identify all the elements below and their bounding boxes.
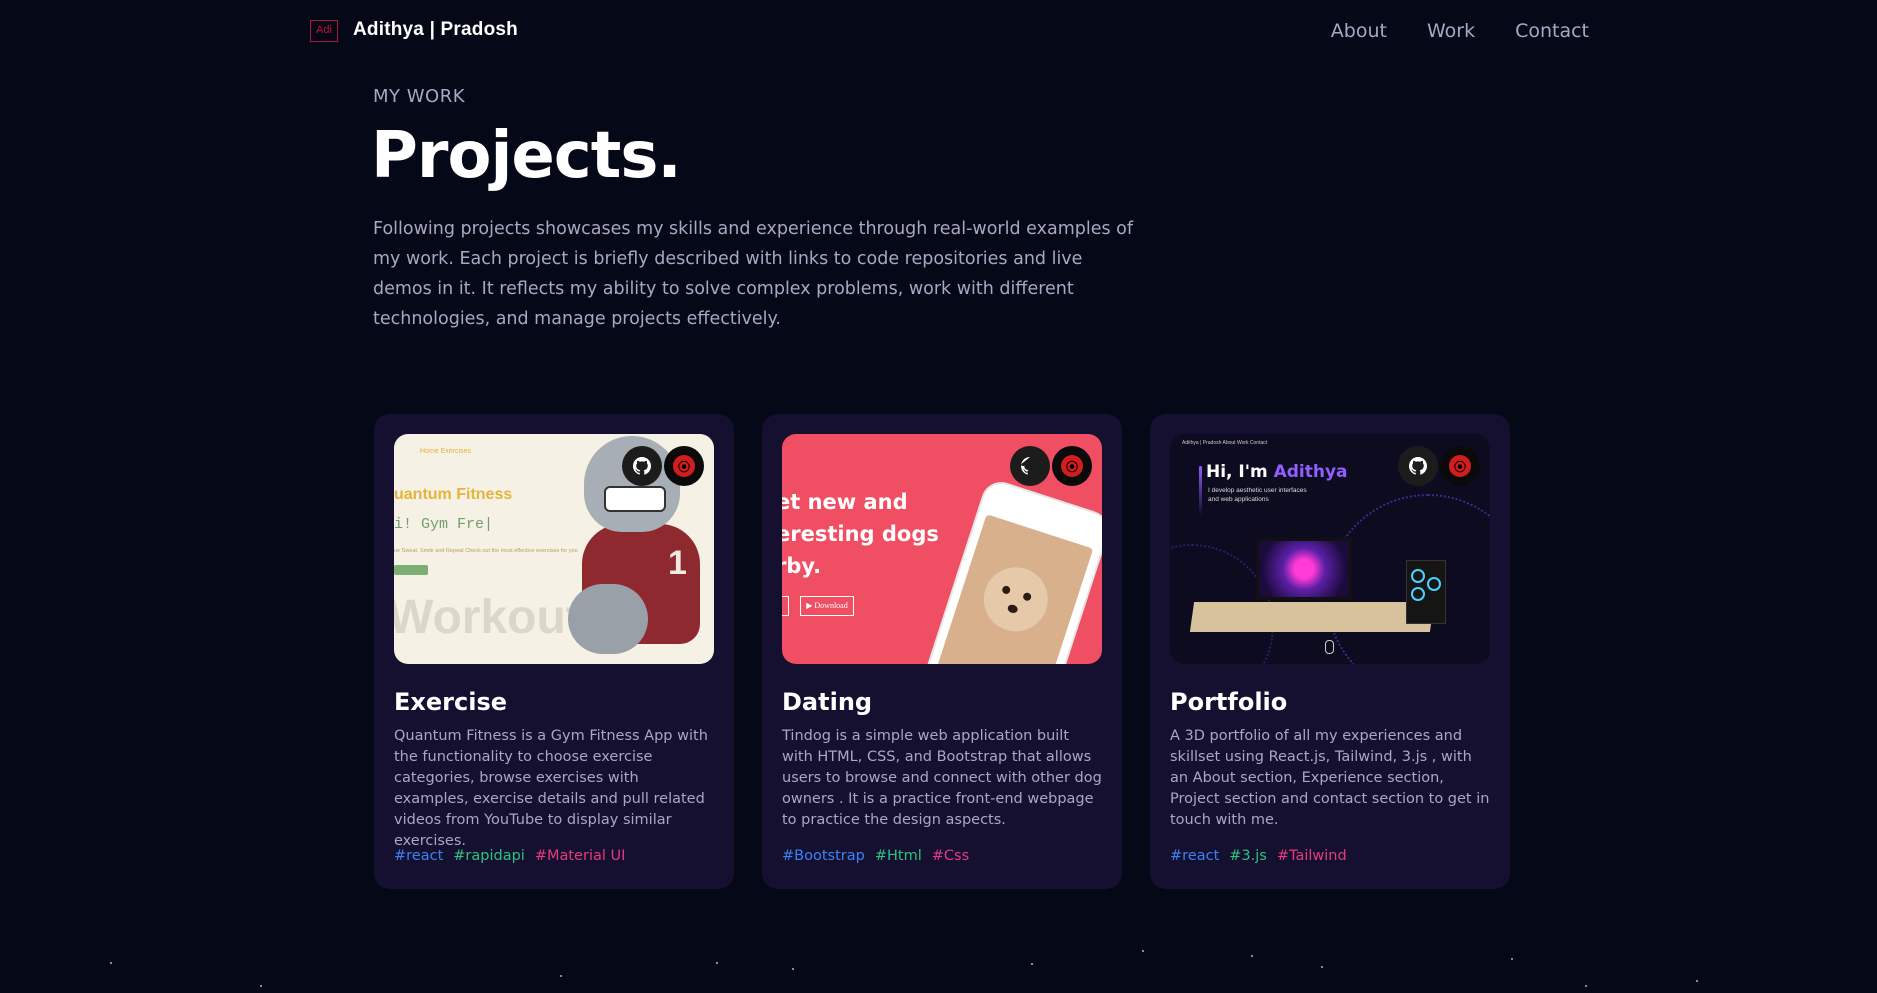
live-demo-button[interactable]: ⦿: [1052, 446, 1092, 486]
shark-arm: [568, 584, 648, 654]
live-demo-icon: ⦿: [1449, 455, 1471, 477]
preview-subtitle: I develop aesthetic user interfaces and …: [1208, 487, 1307, 503]
tag: #Material UI: [534, 848, 626, 864]
preview-nav: Home Exercises: [420, 448, 471, 455]
preview-button-left: [782, 596, 789, 616]
tag: #Html: [874, 848, 922, 864]
tag: #rapidapi: [453, 848, 525, 864]
shark-mouth: [604, 486, 666, 512]
preview-tagline: ue Sweat, Smile and Repeat Check out the…: [394, 548, 578, 554]
tag: #Css: [931, 848, 970, 864]
star: [560, 975, 562, 977]
live-demo-icon: ⦿: [1061, 455, 1083, 477]
star: [260, 985, 262, 987]
nav-link-work[interactable]: Work: [1427, 20, 1475, 42]
tag: #Bootstrap: [782, 848, 865, 864]
github-icon: [1409, 457, 1427, 475]
scroll-mouse-icon: [1325, 640, 1334, 654]
tag: #react: [1170, 848, 1220, 864]
preview-greeting: Hi, I'm Adithya: [1206, 462, 1348, 482]
brand-first-name: Adithya: [353, 19, 425, 40]
project-card-exercise: Home Exercises uantum Fitness i! Gym Fre…: [374, 414, 734, 889]
star: [1142, 950, 1144, 952]
dog-eye: [1001, 584, 1012, 595]
section-intro: Following projects showcases my skills a…: [373, 219, 1134, 329]
preview-button: [394, 565, 428, 575]
preview-line: eresting dogs: [782, 522, 939, 546]
desk-monitor: [1256, 538, 1352, 600]
preview-download-button: ▶ Download: [800, 596, 854, 616]
fan: [1427, 577, 1441, 591]
desk: [1189, 602, 1435, 632]
project-tags: #react #3.js #Tailwind: [1170, 848, 1347, 864]
preview-line: et new and: [782, 490, 908, 514]
fan: [1411, 587, 1425, 601]
project-name: Portfolio: [1170, 688, 1288, 716]
live-demo-button[interactable]: ⦿: [664, 446, 704, 486]
github-icon: [1021, 457, 1030, 475]
project-links: ⦿: [1398, 446, 1480, 486]
star: [1585, 985, 1587, 987]
preview-accent-line: [1199, 466, 1202, 516]
github-button[interactable]: [1398, 446, 1438, 486]
star: [1031, 963, 1033, 965]
shark-jersey-number: 1: [668, 544, 687, 582]
github-button[interactable]: [1010, 446, 1050, 486]
greeting-name: Adithya: [1273, 462, 1348, 482]
dog-eye: [1022, 591, 1033, 602]
star: [110, 962, 112, 964]
project-card-portfolio: Adithya | Pradosh About Work Contact Hi,…: [1150, 414, 1510, 889]
brand-name[interactable]: Adithya | Pradosh: [353, 19, 518, 41]
project-links: ⦿: [622, 446, 704, 486]
project-preview-exercise: Home Exercises uantum Fitness i! Gym Fre…: [394, 434, 714, 664]
preview-line: rby.: [782, 554, 822, 578]
preview-big-text: Workout: [394, 591, 582, 644]
dog-face: [975, 559, 1057, 640]
star: [792, 968, 794, 970]
star: [1696, 980, 1698, 982]
star: [1251, 955, 1253, 957]
project-card-dating: et new and eresting dogs rby. ▶ Download…: [762, 414, 1122, 889]
project-links: ⦿: [1010, 446, 1092, 486]
project-name: Dating: [782, 688, 873, 716]
nav-link-contact[interactable]: Contact: [1515, 20, 1589, 42]
star: [1511, 958, 1513, 960]
github-button[interactable]: [622, 446, 662, 486]
project-description: A 3D portfolio of all my experiences and…: [1170, 728, 1490, 828]
brand-last-name: | Pradosh: [429, 19, 518, 40]
preview-typed: i! Gym Fre|: [394, 516, 494, 533]
live-demo-button[interactable]: ⦿: [1440, 446, 1480, 486]
project-preview-dating: et new and eresting dogs rby. ▶ Download…: [782, 434, 1102, 664]
project-description: Quantum Fitness is a Gym Fitness App wit…: [394, 728, 708, 849]
dog-nose: [1006, 603, 1019, 615]
project-name: Exercise: [394, 688, 508, 716]
phone-screen: [937, 514, 1094, 664]
navbar: Adi Adithya | Pradosh About Work Contact: [0, 0, 1877, 64]
star: [1321, 966, 1323, 968]
pc-tower: [1406, 560, 1446, 624]
tag: #3.js: [1229, 848, 1267, 864]
star: [716, 962, 718, 964]
project-preview-portfolio: Adithya | Pradosh About Work Contact Hi,…: [1170, 434, 1490, 664]
preview-heading: uantum Fitness: [394, 486, 513, 503]
fan: [1411, 569, 1425, 583]
section-kicker: MY WORK: [373, 86, 466, 107]
logo-icon[interactable]: Adi: [310, 20, 338, 42]
github-icon: [633, 457, 651, 475]
live-demo-icon: ⦿: [673, 455, 695, 477]
phone-mockup: [924, 479, 1102, 664]
tag: #react: [394, 848, 444, 864]
page-title: Projects.: [371, 119, 682, 193]
project-description: Tindog is a simple web application built…: [782, 728, 1102, 828]
nav-link-about[interactable]: About: [1331, 20, 1387, 42]
tag: #Tailwind: [1276, 848, 1347, 864]
project-tags: #react #rapidapi #Material UI: [394, 848, 625, 864]
greeting-text: Hi, I'm: [1206, 462, 1274, 482]
project-tags: #Bootstrap #Html #Css: [782, 848, 969, 864]
preview-mini-nav: Adithya | Pradosh About Work Contact: [1182, 440, 1268, 446]
nav-links: About Work Contact: [1331, 20, 1589, 42]
